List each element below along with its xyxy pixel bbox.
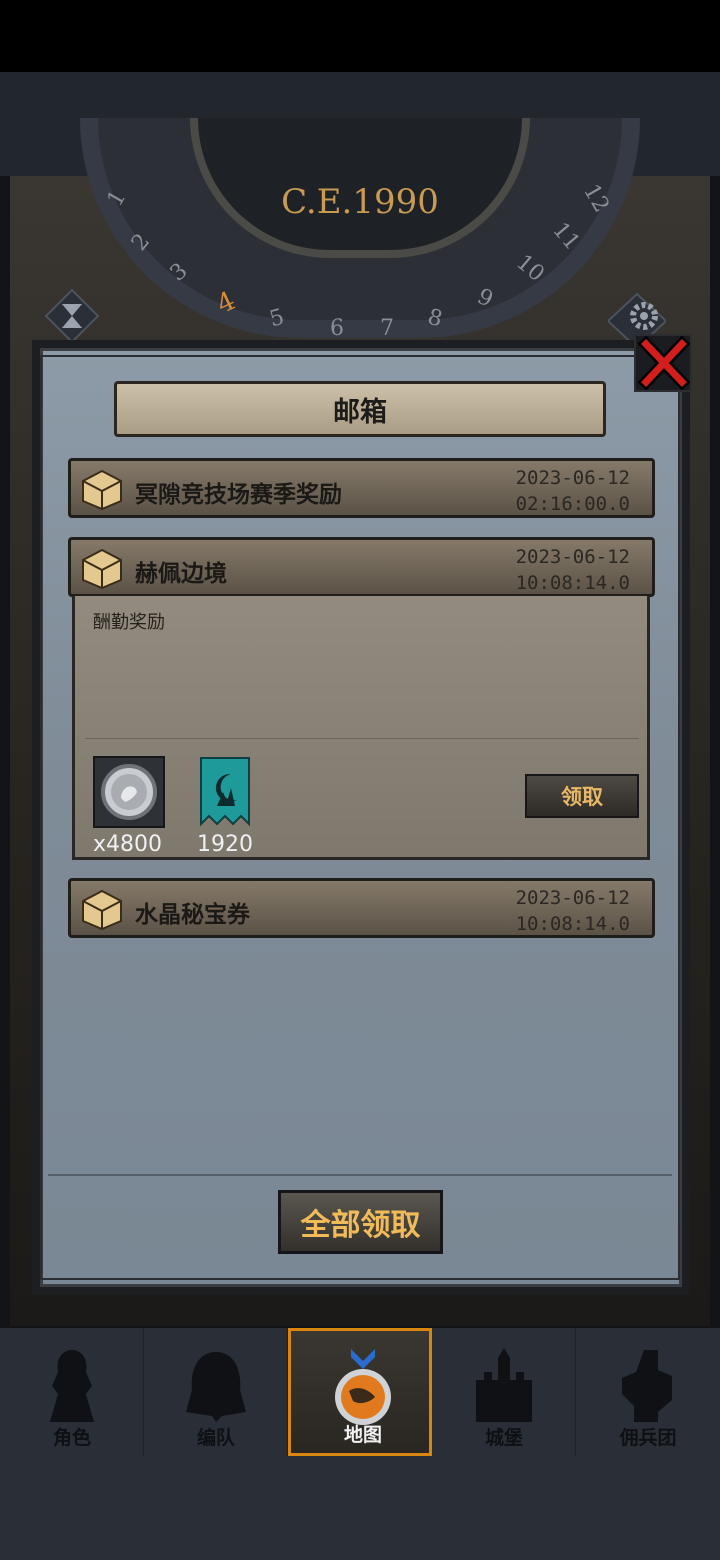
close-icon	[637, 335, 691, 391]
reward-item[interactable]	[193, 756, 265, 828]
globe-icon	[335, 1349, 391, 1425]
chest-icon	[82, 889, 122, 931]
mail-timestamp: 2023-06-12 10:08:14.0	[515, 887, 630, 935]
mail-title: 冥隙竞技场赛季奖励	[135, 482, 342, 508]
divider	[85, 738, 639, 739]
knight-icon	[50, 1350, 94, 1422]
mail-item[interactable]: 冥隙竞技场赛季奖励 2023-06-12 02:16:00.0	[68, 458, 655, 518]
nav-item-castle[interactable]: 城堡	[432, 1328, 576, 1456]
mail-timestamp: 2023-06-12 02:16:00.0	[515, 467, 630, 515]
claim-all-button[interactable]: 全部领取	[278, 1190, 443, 1254]
chest-icon	[82, 548, 122, 590]
mail-body: 酬勤奖励 x4800 1920 领取	[72, 596, 650, 860]
mail-item-expanded[interactable]: 赫佩边境 2023-06-12 10:08:14.0	[68, 537, 655, 597]
close-button[interactable]	[634, 334, 692, 392]
mail-body-text: 酬勤奖励	[93, 612, 165, 633]
silver-coin-icon	[101, 764, 157, 820]
chest-icon	[82, 469, 122, 511]
mail-title: 水晶秘宝券	[135, 902, 250, 928]
bottom-bar	[0, 1460, 720, 1560]
reward-item[interactable]	[93, 756, 165, 828]
nav-item-character[interactable]: 角色	[0, 1328, 144, 1456]
fist-icon	[622, 1350, 672, 1422]
castle-icon	[476, 1348, 532, 1422]
moon-banner-icon	[200, 757, 250, 827]
dial-number: 6	[330, 316, 344, 341]
nav-item-map[interactable]: 地图	[288, 1328, 432, 1456]
dial-number: 7	[380, 316, 394, 341]
mailbox-title: 邮箱	[114, 381, 606, 437]
reward-quantity: x4800	[93, 832, 163, 857]
divider	[48, 1174, 672, 1176]
claim-button[interactable]: 领取	[525, 774, 639, 818]
mail-item[interactable]: 水晶秘宝券 2023-06-12 10:08:14.0	[68, 878, 655, 938]
mail-timestamp: 2023-06-12 10:08:14.0	[515, 546, 630, 594]
hourglass-icon[interactable]	[44, 288, 100, 344]
nav-item-mercenary[interactable]: 佣兵团	[576, 1328, 720, 1456]
nav-item-formation[interactable]: 编队	[144, 1328, 288, 1456]
reward-quantity: 1920	[197, 832, 253, 857]
status-bar	[0, 0, 720, 72]
helmet-icon	[186, 1352, 246, 1422]
mail-title: 赫佩边境	[135, 561, 227, 587]
